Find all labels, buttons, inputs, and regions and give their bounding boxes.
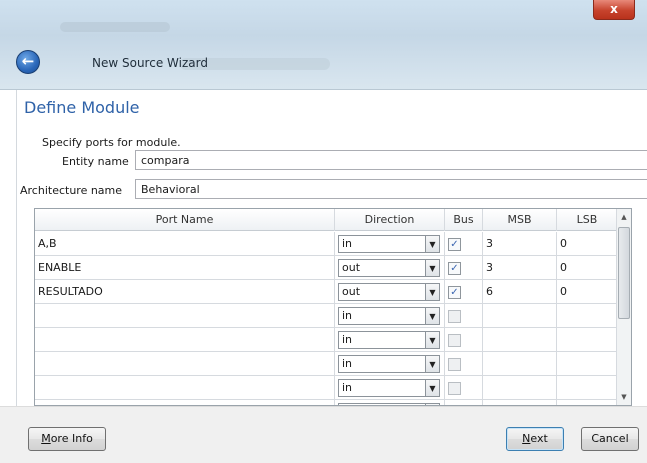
more-info-button[interactable]: More Info xyxy=(28,427,106,451)
title-bar: x ← New Source Wizard xyxy=(0,0,647,90)
column-header-lsb[interactable]: LSB xyxy=(557,209,618,231)
more-info-label: ore Info xyxy=(50,432,93,445)
msb-cell[interactable]: 3 xyxy=(483,232,557,256)
bus-checkbox[interactable]: ✓ xyxy=(448,262,461,275)
direction-select[interactable]: in xyxy=(338,379,426,397)
blurred-app-title xyxy=(60,22,170,32)
table-row[interactable]: in▼ xyxy=(35,328,631,352)
msb-cell[interactable]: 6 xyxy=(483,280,557,304)
bus-cell xyxy=(445,328,483,352)
port-name-cell[interactable]: A,B xyxy=(35,232,335,256)
msb-cell[interactable] xyxy=(483,352,557,376)
chevron-down-icon[interactable]: ▼ xyxy=(426,379,440,397)
entity-name-input[interactable] xyxy=(135,150,647,170)
direction-cell: in▼ xyxy=(335,376,445,400)
table-row[interactable]: in▼ xyxy=(35,376,631,400)
msb-cell[interactable] xyxy=(483,376,557,400)
back-arrow-icon[interactable]: ← xyxy=(16,50,40,74)
column-header-bus[interactable]: Bus xyxy=(445,209,483,231)
chevron-down-icon[interactable]: ▼ xyxy=(426,283,440,301)
scroll-thumb[interactable] xyxy=(618,227,630,319)
msb-cell[interactable] xyxy=(483,328,557,352)
direction-cell: in▼ xyxy=(335,232,445,256)
column-header-msb[interactable]: MSB xyxy=(483,209,557,231)
port-name-cell[interactable] xyxy=(35,376,335,400)
table-row[interactable]: A,B in ▼ ✓ 3 0 xyxy=(35,232,631,256)
table-row[interactable]: in▼ xyxy=(35,304,631,328)
scroll-up-icon[interactable]: ▲ xyxy=(617,209,631,225)
bus-cell: ✓ xyxy=(445,232,483,256)
bus-checkbox[interactable] xyxy=(448,358,461,371)
port-name-cell[interactable] xyxy=(35,352,335,376)
column-header-direction[interactable]: Direction xyxy=(335,209,445,231)
bus-cell: ✓ xyxy=(445,256,483,280)
direction-cell: out ▼ xyxy=(335,256,445,280)
bus-checkbox[interactable] xyxy=(448,310,461,323)
scroll-down-icon[interactable]: ▼ xyxy=(617,389,631,405)
bus-cell: ✓ xyxy=(445,280,483,304)
direction-select[interactable]: in xyxy=(338,307,426,325)
bus-checkbox[interactable] xyxy=(448,382,461,395)
chevron-down-icon[interactable]: ▼ xyxy=(426,307,440,325)
vertical-scrollbar[interactable]: ▲ ▼ xyxy=(616,209,631,405)
lsb-cell[interactable] xyxy=(557,304,618,328)
close-button[interactable]: x xyxy=(593,0,635,20)
next-button[interactable]: Next xyxy=(506,427,564,451)
lsb-cell[interactable]: 0 xyxy=(557,232,618,256)
table-row[interactable]: ENABLE out ▼ ✓ 3 0 xyxy=(35,256,631,280)
wizard-title: New Source Wizard xyxy=(92,56,208,70)
chevron-down-icon[interactable]: ▼ xyxy=(426,331,440,349)
page-title: Define Module xyxy=(24,98,140,117)
direction-select[interactable]: in xyxy=(338,331,426,349)
direction-cell: in▼ xyxy=(335,352,445,376)
lsb-cell[interactable] xyxy=(557,352,618,376)
ports-table-header: Port Name Direction Bus MSB LSB xyxy=(35,209,631,231)
direction-cell: out ▼ xyxy=(335,280,445,304)
chevron-down-icon[interactable]: ▼ xyxy=(426,235,440,253)
page-subtitle: Specify ports for module. xyxy=(42,136,181,149)
direction-select[interactable]: in xyxy=(338,235,426,253)
port-name-cell[interactable]: ENABLE xyxy=(35,256,335,280)
cancel-button[interactable]: Cancel xyxy=(581,427,639,451)
bus-checkbox[interactable] xyxy=(448,334,461,347)
port-name-cell[interactable] xyxy=(35,328,335,352)
next-label: ext xyxy=(530,432,548,445)
direction-select[interactable]: out xyxy=(338,259,426,277)
lsb-cell[interactable] xyxy=(557,328,618,352)
more-info-mnemonic: M xyxy=(41,432,51,445)
direction-cell: in▼ xyxy=(335,304,445,328)
port-name-cell[interactable]: RESULTADO xyxy=(35,280,335,304)
port-name-cell[interactable] xyxy=(35,304,335,328)
bus-checkbox[interactable]: ✓ xyxy=(448,286,461,299)
direction-cell: in▼ xyxy=(335,328,445,352)
table-row[interactable]: RESULTADO out ▼ ✓ 6 0 xyxy=(35,280,631,304)
direction-select[interactable]: in xyxy=(338,355,426,373)
entity-name-label: Entity name xyxy=(62,155,129,168)
chevron-down-icon[interactable]: ▼ xyxy=(426,259,440,277)
direction-select[interactable]: out xyxy=(338,283,426,301)
lsb-cell[interactable]: 0 xyxy=(557,256,618,280)
msb-cell[interactable] xyxy=(483,304,557,328)
chevron-down-icon[interactable]: ▼ xyxy=(426,355,440,373)
bus-cell xyxy=(445,352,483,376)
table-row[interactable]: in▼ xyxy=(35,352,631,376)
column-header-port-name[interactable]: Port Name xyxy=(35,209,335,231)
bus-cell xyxy=(445,304,483,328)
bus-cell xyxy=(445,376,483,400)
msb-cell[interactable]: 3 xyxy=(483,256,557,280)
architecture-name-input[interactable] xyxy=(135,179,647,199)
lsb-cell[interactable] xyxy=(557,376,618,400)
ports-table: Port Name Direction Bus MSB LSB A,B in ▼ ✓ 3… xyxy=(34,208,632,406)
bus-checkbox[interactable]: ✓ xyxy=(448,238,461,251)
architecture-name-label: Architecture name xyxy=(20,184,123,197)
lsb-cell[interactable]: 0 xyxy=(557,280,618,304)
